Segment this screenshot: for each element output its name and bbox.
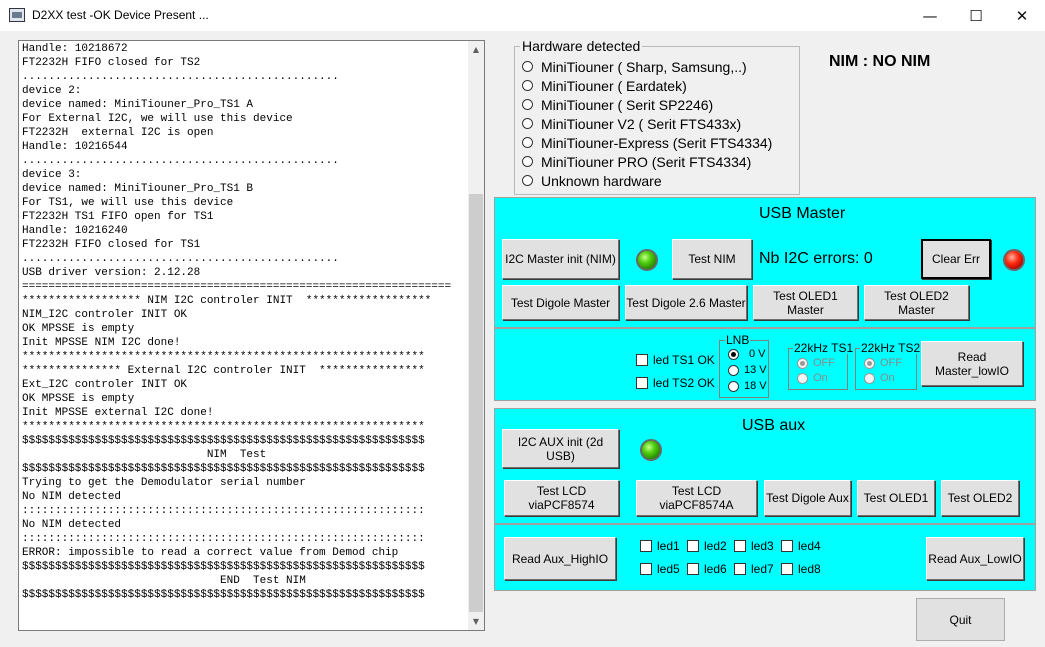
- led6-checkbox[interactable]: [687, 563, 699, 575]
- ts1-off-label: OFF: [813, 357, 835, 369]
- maximize-icon[interactable]: ☐: [953, 0, 999, 31]
- hardware-option-v2[interactable]: MiniTiouner V2 ( Serit FTS433x): [522, 114, 741, 133]
- test-lcd-pcf8574-button[interactable]: Test LCD viaPCF8574: [504, 480, 619, 516]
- led-ts2-label: led TS2 OK: [653, 376, 715, 390]
- radio-icon[interactable]: [522, 118, 533, 129]
- ts1-on-radio[interactable]: [797, 373, 808, 384]
- hardware-option-unknown[interactable]: Unknown hardware: [522, 171, 662, 190]
- nim-status: NIM : NO NIM: [829, 53, 931, 70]
- app-icon: [9, 8, 25, 22]
- led4-checkbox[interactable]: [781, 540, 793, 552]
- led8-checkbox[interactable]: [781, 563, 793, 575]
- quit-button[interactable]: Quit: [916, 598, 1005, 641]
- test-nim-button[interactable]: Test NIM: [672, 239, 752, 279]
- led8-label: led8: [798, 562, 821, 576]
- ts2-on-radio[interactable]: [864, 373, 875, 384]
- usb-master-title: USB Master: [759, 205, 846, 222]
- lnb-0v-radio[interactable]: [728, 349, 739, 360]
- led7-checkbox[interactable]: [734, 563, 746, 575]
- ts1-22khz-title: 22kHz TS1: [793, 341, 855, 355]
- i2c-master-init-button[interactable]: I2C Master init (NIM): [502, 239, 619, 279]
- close-icon[interactable]: ✕: [999, 0, 1045, 31]
- scroll-up-icon[interactable]: ▲: [468, 41, 484, 58]
- i2c-errors-value: 0: [863, 250, 873, 267]
- led2-checkbox[interactable]: [687, 540, 699, 552]
- hardware-detected-title: Hardware detected: [520, 38, 643, 54]
- hardware-option-express[interactable]: MiniTiouner-Express (Serit FTS4334): [522, 133, 772, 152]
- test-oled2-master-button[interactable]: Test OLED2 Master: [864, 285, 969, 320]
- minimize-icon[interactable]: —: [907, 0, 953, 31]
- log-text: Handle: 10218672 FT2232H FIFO closed for…: [22, 43, 452, 601]
- hardware-option-label: MiniTiouner PRO (Serit FTS4334): [541, 153, 752, 170]
- test-lcd-pcf8574a-button[interactable]: Test LCD viaPCF8574A: [636, 480, 757, 516]
- hardware-option-eardatek[interactable]: MiniTiouner ( Eardatek): [522, 76, 687, 95]
- led5-label: led5: [657, 562, 680, 576]
- hardware-option-sharp[interactable]: MiniTiouner ( Sharp, Samsung,..): [522, 57, 747, 76]
- led-ts2-checkbox[interactable]: [636, 377, 648, 389]
- lnb-13v-radio[interactable]: [728, 365, 739, 376]
- hardware-option-label: MiniTiouner V2 ( Serit FTS433x): [541, 115, 742, 132]
- window-title: D2XX test -OK Device Present ...: [32, 8, 209, 22]
- test-oled2-aux-button[interactable]: Test OLED2: [941, 480, 1019, 516]
- radio-icon[interactable]: [522, 156, 533, 167]
- hardware-option-serit-sp2246[interactable]: MiniTiouner ( Serit SP2246): [522, 95, 713, 114]
- radio-icon[interactable]: [522, 175, 533, 186]
- i2c-errors-display: Nb I2C errors: 0: [759, 250, 873, 268]
- radio-icon[interactable]: [522, 80, 533, 91]
- hardware-option-label: MiniTiouner ( Serit SP2246): [541, 96, 714, 113]
- log-textbox[interactable]: Handle: 10218672 FT2232H FIFO closed for…: [18, 40, 485, 631]
- led2-label: led2: [704, 539, 727, 553]
- led6-label: led6: [704, 562, 727, 576]
- title-bar: D2XX test -OK Device Present ... — ☐ ✕: [0, 0, 1045, 31]
- lnb-title: LNB: [725, 333, 751, 347]
- hardware-option-pro[interactable]: MiniTiouner PRO (Serit FTS4334): [522, 152, 751, 171]
- hardware-option-label: MiniTiouner ( Eardatek): [541, 77, 687, 94]
- radio-icon[interactable]: [522, 61, 533, 72]
- ts2-on-label: On: [880, 372, 895, 384]
- error-led-icon: [1003, 249, 1025, 271]
- test-oled1-master-button[interactable]: Test OLED1 Master: [753, 285, 858, 320]
- ts1-off-radio[interactable]: [797, 358, 808, 369]
- ts2-off-label: OFF: [880, 357, 902, 369]
- hardware-option-label: MiniTiouner ( Sharp, Samsung,..): [541, 58, 747, 75]
- scrollbar-thumb[interactable]: [469, 194, 483, 612]
- led1-label: led1: [657, 539, 680, 553]
- test-digole-aux-button[interactable]: Test Digole Aux: [764, 480, 851, 516]
- lnb-18v-radio[interactable]: [728, 381, 739, 392]
- radio-icon[interactable]: [522, 99, 533, 110]
- led-ts1-label: led TS1 OK: [653, 353, 715, 367]
- led7-label: led7: [751, 562, 774, 576]
- read-aux-highio-button[interactable]: Read Aux_HighIO: [504, 537, 616, 580]
- hardware-option-label: MiniTiouner-Express (Serit FTS4334): [541, 134, 773, 151]
- led-ts1-checkbox[interactable]: [636, 354, 648, 366]
- led1-checkbox[interactable]: [640, 540, 652, 552]
- i2c-errors-label: Nb I2C errors:: [759, 250, 860, 267]
- clear-err-button[interactable]: Clear Err: [921, 239, 991, 279]
- led3-checkbox[interactable]: [734, 540, 746, 552]
- ts2-22khz-title: 22kHz TS2: [860, 341, 922, 355]
- master-led-icon: [636, 249, 658, 271]
- lnb-18v-label: 18 V: [744, 380, 767, 392]
- aux-led-icon: [640, 439, 662, 461]
- lnb-13v-label: 13 V: [744, 364, 767, 376]
- led5-checkbox[interactable]: [640, 563, 652, 575]
- test-oled1-aux-button[interactable]: Test OLED1: [857, 480, 935, 516]
- vertical-scrollbar[interactable]: ▲ ▼: [468, 41, 484, 630]
- hardware-option-label: Unknown hardware: [541, 172, 662, 189]
- read-aux-lowio-button[interactable]: Read Aux_LowIO: [926, 537, 1024, 580]
- ts2-off-radio[interactable]: [864, 358, 875, 369]
- scroll-down-icon[interactable]: ▼: [468, 613, 484, 630]
- test-digole-26-master-button[interactable]: Test Digole 2.6 Master: [625, 285, 747, 320]
- test-digole-master-button[interactable]: Test Digole Master: [502, 285, 619, 320]
- usb-aux-title: USB aux: [742, 417, 806, 434]
- read-master-lowio-button[interactable]: Read Master_lowIO: [921, 341, 1023, 386]
- led4-label: led4: [798, 539, 821, 553]
- led3-label: led3: [751, 539, 774, 553]
- radio-icon[interactable]: [522, 137, 533, 148]
- ts1-on-label: On: [813, 372, 828, 384]
- lnb-0v-label: 0 V: [749, 348, 766, 360]
- i2c-aux-init-button[interactable]: I2C AUX init (2d USB): [502, 429, 619, 468]
